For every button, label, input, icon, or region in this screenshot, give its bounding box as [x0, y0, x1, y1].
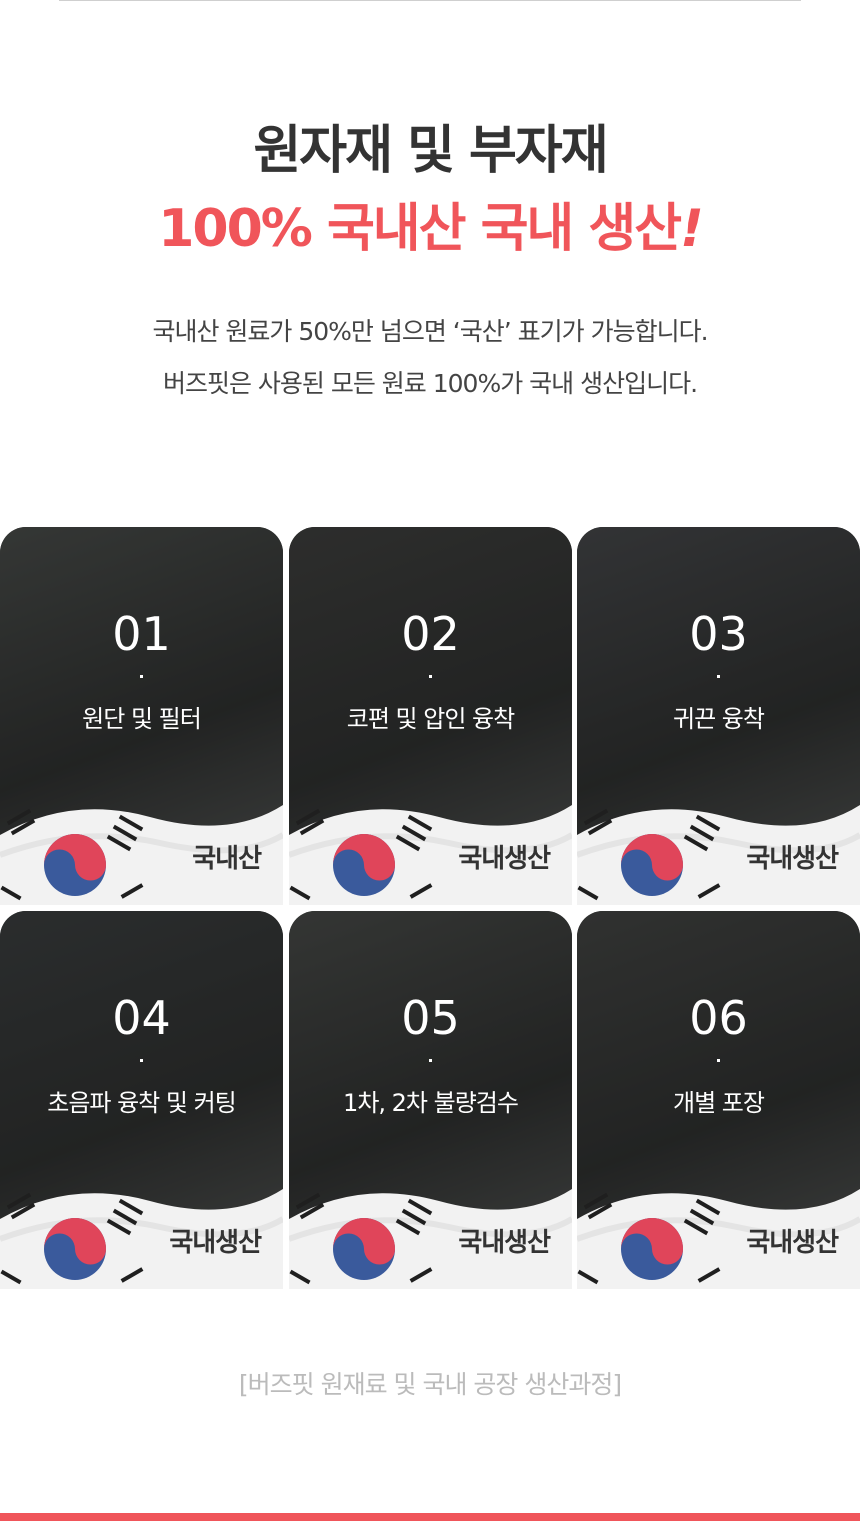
step-title: 1차, 2차 불량검수 [343, 1089, 519, 1117]
step-number: 03 [689, 607, 748, 661]
step-title: 개별 포장 [673, 1089, 765, 1117]
headline-exclamation: ! [680, 199, 704, 259]
origin-badge: 국내생산 [169, 1228, 262, 1258]
step-title: 귀끈 융착 [673, 705, 765, 733]
process-card-02: 02 코편 및 압인 융착 국내생산 [289, 527, 572, 905]
step-title: 원단 및 필터 [82, 705, 202, 733]
description-line-1: 국내산 원료가 50%만 넘으면 ‘국산’ 표기가 가능합니다. [152, 317, 708, 346]
bottom-accent-bar [0, 1513, 860, 1521]
step-number: 05 [401, 991, 460, 1045]
step-dot [717, 1059, 720, 1062]
origin-badge: 국내생산 [458, 844, 551, 874]
process-grid: 01 원단 및 필터 국내산 02 코편 및 압인 융착 국내생산 03 귀끈 … [0, 527, 860, 1289]
step-dot [717, 675, 720, 678]
process-card-01: 01 원단 및 필터 국내산 [0, 527, 283, 905]
step-number: 01 [112, 607, 171, 661]
headline-line-2-text: 100% 국내산 국내 생산 [158, 199, 682, 259]
step-number: 06 [689, 991, 748, 1045]
step-number: 02 [401, 607, 460, 661]
step-dot [429, 675, 432, 678]
gallery-caption: [버즈핏 원재료 및 국내 공장 생산과정] [238, 1370, 622, 1399]
step-title: 초음파 융착 및 커팅 [47, 1089, 237, 1117]
top-divider [59, 0, 801, 1]
process-card-03: 03 귀끈 융착 국내생산 [577, 527, 860, 905]
origin-badge: 국내생산 [458, 1228, 551, 1258]
step-dot [140, 1059, 143, 1062]
headline-line-1: 원자재 및 부자재 [253, 121, 608, 181]
origin-badge: 국내생산 [746, 1228, 839, 1258]
origin-badge: 국내산 [192, 844, 262, 874]
origin-badge: 국내생산 [746, 844, 839, 874]
step-number: 04 [112, 991, 171, 1045]
description-line-2: 버즈핏은 사용된 모든 원료 100%가 국내 생산입니다. [162, 369, 698, 398]
step-dot [140, 675, 143, 678]
step-title: 코편 및 압인 융착 [346, 705, 515, 733]
process-card-05: 05 1차, 2차 불량검수 국내생산 [289, 911, 572, 1289]
headline-line-2: 100% 국내산 국내 생산! [0, 186, 860, 261]
step-dot [429, 1059, 432, 1062]
process-card-04: 04 초음파 융착 및 커팅 국내생산 [0, 911, 283, 1289]
process-card-06: 06 개별 포장 국내생산 [577, 911, 860, 1289]
